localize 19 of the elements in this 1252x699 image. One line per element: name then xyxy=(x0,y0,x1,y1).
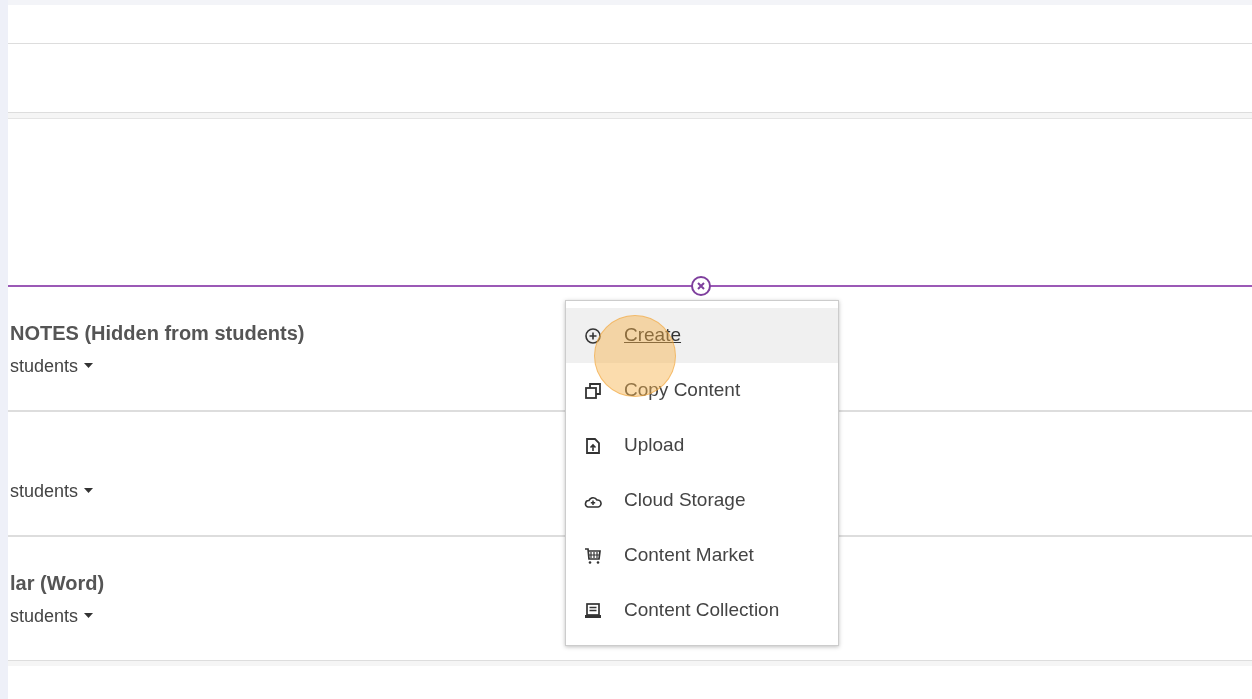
visibility-dropdown[interactable]: students xyxy=(10,603,94,628)
caret-icon xyxy=(84,613,94,618)
item-title[interactable]: lar (Word) xyxy=(10,569,105,596)
copy-icon xyxy=(584,381,602,400)
menu-item[interactable]: Content Collection xyxy=(566,583,838,638)
close-icon[interactable] xyxy=(691,276,711,296)
cart-icon xyxy=(584,546,602,565)
menu-item[interactable]: Upload xyxy=(566,418,838,473)
archive-icon xyxy=(584,601,602,620)
caret-icon xyxy=(84,488,94,493)
plus-circle-icon xyxy=(584,326,602,345)
visibility-dropdown[interactable]: students xyxy=(10,353,94,378)
file-upload-icon xyxy=(584,436,602,455)
menu-item[interactable]: Cloud Storage xyxy=(566,473,838,528)
menu-item[interactable]: Copy Content xyxy=(566,363,838,418)
menu-item[interactable]: Content Market xyxy=(566,528,838,583)
item-title[interactable]: NOTES (Hidden from students) xyxy=(10,319,305,346)
caret-icon xyxy=(84,363,94,368)
visibility-dropdown[interactable]: students xyxy=(10,478,94,503)
